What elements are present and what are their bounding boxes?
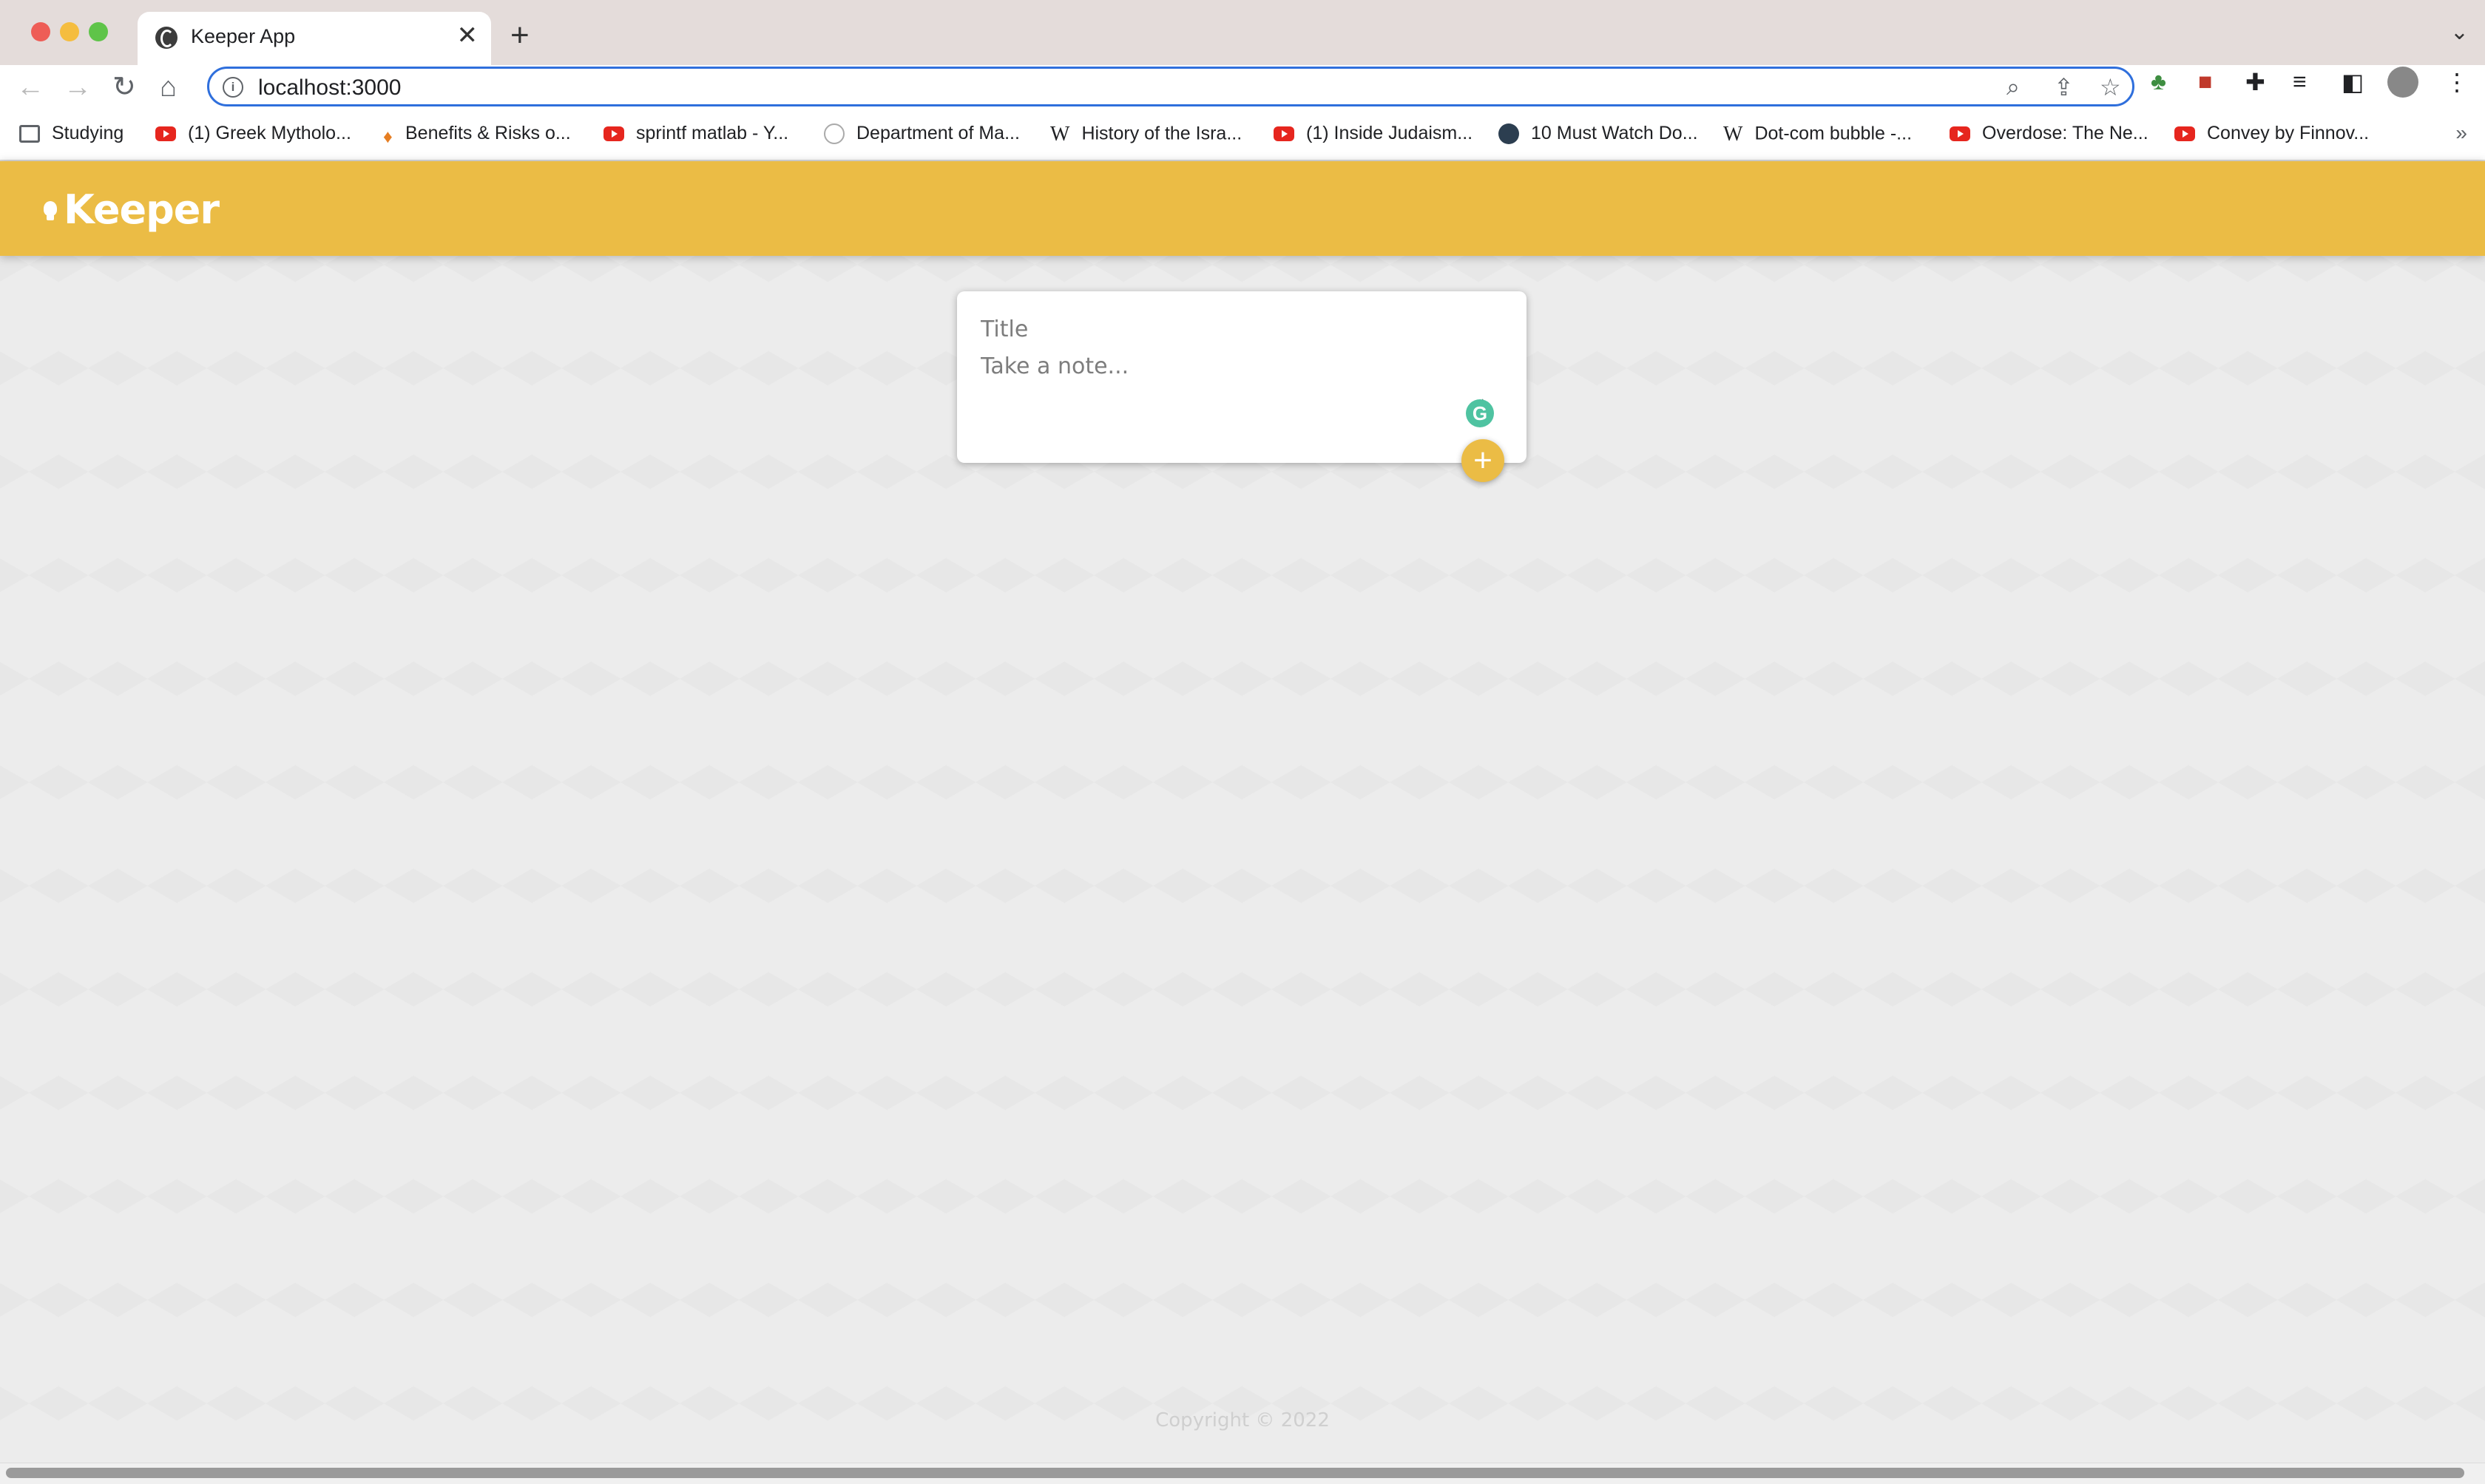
globe-icon: [155, 27, 178, 49]
zoom-icon[interactable]: ⌕: [2006, 73, 2020, 101]
youtube-icon: [1274, 126, 1294, 142]
youtube-icon: [1950, 126, 1970, 142]
bookmark-inside-judaism[interactable]: (1) Inside Judaism...: [1274, 123, 1473, 144]
note-content-textarea[interactable]: [981, 353, 1484, 405]
grammarly-icon[interactable]: G: [1466, 399, 1494, 427]
bookmark-studying[interactable]: Studying: [19, 123, 124, 144]
browser-titlebar: Keeper App ✕ + ⌄: [0, 0, 2485, 65]
youtube-icon: [2174, 126, 2195, 142]
tab-search-chevron-icon[interactable]: ⌄: [2450, 19, 2469, 45]
maximize-window-button[interactable]: [89, 22, 108, 41]
bookmarks-bar: Studying (1) Greek Mytholo... ♦ Benefits …: [0, 111, 2485, 161]
site-icon: [1498, 123, 1519, 145]
add-note-button[interactable]: +: [1461, 439, 1504, 482]
url-text: localhost:3000: [258, 75, 402, 100]
address-bar[interactable]: i localhost:3000 ⌕ ⇪ ☆: [207, 67, 2134, 106]
extensions-puzzle-icon[interactable]: ✚: [2245, 68, 2265, 96]
bookmark-benefits-risks[interactable]: ♦ Benefits & Risks o...: [383, 123, 571, 148]
bookmark-dot-com-bubble[interactable]: W Dot-com bubble -...: [1723, 123, 1912, 146]
create-note-form: G +: [957, 291, 1526, 482]
site-info-icon[interactable]: i: [223, 77, 243, 98]
app-header: Keeper: [0, 161, 2485, 256]
bookmark-star-icon[interactable]: ☆: [2100, 73, 2121, 101]
bookmark-sprintf-matlab[interactable]: sprintf matlab - Y...: [604, 123, 788, 144]
tab-keeper-app[interactable]: Keeper App ✕: [138, 12, 491, 65]
keeper-logo: Keeper: [41, 186, 220, 233]
bookmark-10-must-watch[interactable]: 10 Must Watch Do...: [1498, 123, 1698, 145]
share-icon[interactable]: ⇪: [2054, 73, 2074, 101]
back-arrow-icon[interactable]: ←: [16, 71, 44, 104]
copyright-footer: Copyright © 2022: [1155, 1409, 1330, 1432]
youtube-icon: [155, 126, 176, 142]
reload-icon[interactable]: ↻: [112, 71, 136, 104]
bookmark-history-israel[interactable]: W History of the Isra...: [1050, 123, 1242, 146]
bookmark-overdose[interactable]: Overdose: The Ne...: [1950, 123, 2148, 144]
bookmark-department[interactable]: Department of Ma...: [824, 123, 1020, 145]
flame-icon: ♦: [383, 126, 393, 148]
forward-arrow-icon[interactable]: →: [64, 71, 92, 104]
home-icon[interactable]: ⌂: [160, 71, 177, 104]
seal-icon: [824, 123, 845, 145]
side-panel-icon[interactable]: ◧: [2342, 68, 2364, 96]
tab-title: Keeper App: [191, 25, 296, 47]
horizontal-scrollbar[interactable]: [0, 1463, 2485, 1484]
youtube-icon: [604, 126, 624, 142]
menu-kebab-icon[interactable]: ⋮: [2445, 68, 2469, 96]
folder-icon: [19, 125, 40, 143]
browser-toolbar: ← → ↻ ⌂ i localhost:3000 ⌕ ⇪ ☆ ♣ ■ ✚ ≡ ◧…: [0, 65, 2485, 111]
scrollbar-thumb[interactable]: [6, 1468, 2464, 1478]
wikipedia-icon: W: [1723, 123, 1743, 146]
lightbulb-icon: [41, 195, 59, 225]
bookmark-convey[interactable]: Convey by Finnov...: [2174, 123, 2369, 144]
close-tab-icon[interactable]: ✕: [457, 21, 479, 50]
new-tab-button[interactable]: +: [510, 19, 530, 52]
minimize-window-button[interactable]: [60, 22, 79, 41]
html-extension-icon[interactable]: ♣: [2151, 68, 2166, 95]
logo-text: Keeper: [64, 186, 220, 233]
red-extension-icon[interactable]: ■: [2198, 68, 2212, 95]
close-window-button[interactable]: [31, 22, 50, 41]
bookmark-greek-mythology[interactable]: (1) Greek Mytholo...: [155, 123, 351, 144]
profile-avatar[interactable]: [2387, 67, 2418, 98]
wikipedia-icon: W: [1050, 123, 1070, 146]
note-title-input[interactable]: [981, 316, 1484, 342]
more-bookmarks-chevron-icon[interactable]: »: [2455, 121, 2467, 145]
keeper-page: Keeper G + Copyright © 2022: [0, 161, 2485, 1463]
reading-list-icon[interactable]: ≡: [2293, 68, 2307, 95]
